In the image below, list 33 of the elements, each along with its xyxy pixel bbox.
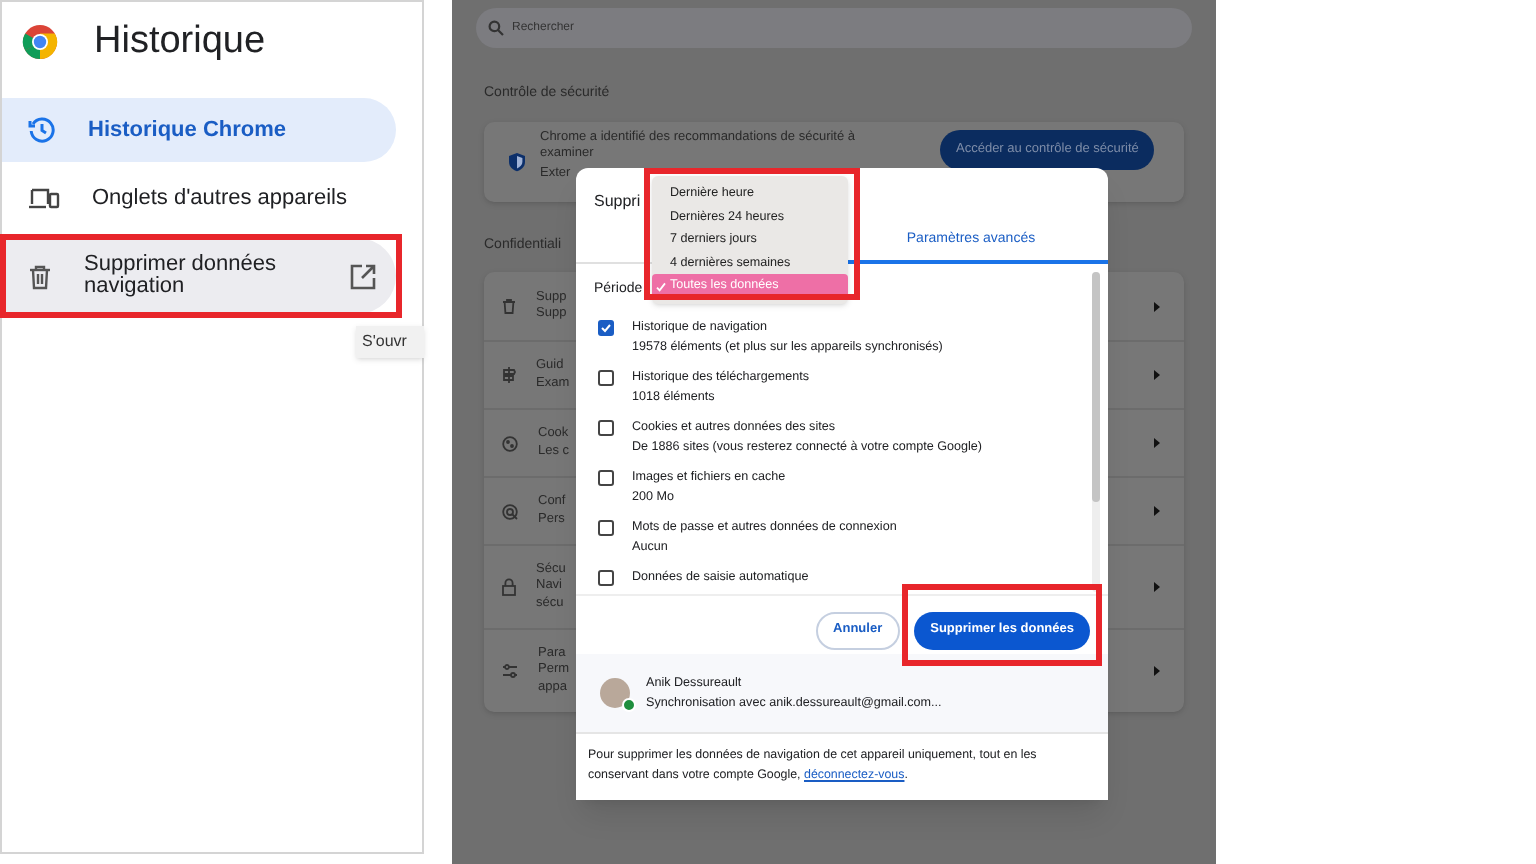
sidebar-item[interactable]: Historique Chrome xyxy=(2,98,396,162)
chevron-icon xyxy=(1154,301,1160,311)
sliders-icon xyxy=(502,664,518,678)
trash-icon xyxy=(502,298,516,314)
checkbox[interactable] xyxy=(598,520,614,536)
chevron-icon xyxy=(1154,370,1160,380)
page-title: Historique xyxy=(94,17,266,66)
target-icon xyxy=(502,503,518,519)
dialog-title: Suppri xyxy=(594,190,641,214)
checkbox[interactable] xyxy=(598,320,614,336)
chevron-icon xyxy=(1154,506,1160,516)
sync-badge xyxy=(622,698,636,712)
checkbox[interactable] xyxy=(598,570,614,586)
tooltip: S'ouvr xyxy=(356,326,424,358)
browser-logo-icon xyxy=(22,24,58,60)
history-icon xyxy=(28,116,56,144)
chevron-icon xyxy=(1154,582,1160,592)
check-icon xyxy=(656,281,666,292)
cookie-icon xyxy=(502,435,518,451)
sidebar-item[interactable]: Supprimer données navigation xyxy=(2,238,396,314)
checkbox[interactable] xyxy=(598,470,614,486)
chevron-icon xyxy=(1154,666,1160,676)
signpost-icon xyxy=(502,366,516,384)
checkbox[interactable] xyxy=(598,370,614,386)
lock-icon xyxy=(502,578,516,596)
search-icon xyxy=(488,20,504,36)
devices-icon xyxy=(28,186,60,210)
chevron-icon xyxy=(1154,438,1160,448)
checkbox[interactable] xyxy=(598,420,614,436)
shield-icon xyxy=(508,151,526,171)
trash-icon xyxy=(28,263,52,289)
sidebar-item[interactable]: Onglets d'autres appareils xyxy=(2,170,396,226)
scrollbar[interactable] xyxy=(1092,272,1100,592)
